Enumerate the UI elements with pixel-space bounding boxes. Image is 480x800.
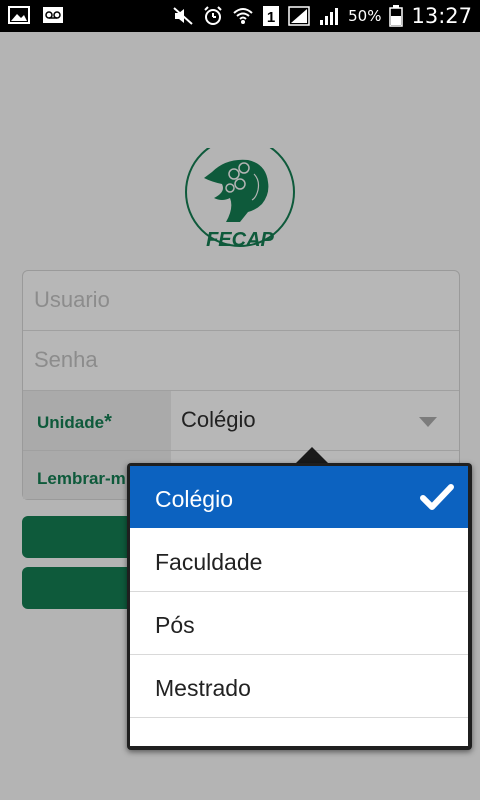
unidade-row: Unidade* Colégio <box>23 391 459 451</box>
dropdown-pointer <box>295 447 329 464</box>
dropdown-list: Colégio Faculdade Pós Mestrado <box>130 466 468 746</box>
status-right-icons: 1 50% 13:27 <box>172 0 472 32</box>
unidade-dropdown: Colégio Faculdade Pós Mestrado <box>127 463 472 750</box>
option-label: Mestrado <box>155 675 251 701</box>
sim-slot-number: 1 <box>267 9 275 26</box>
password-field[interactable]: Senha <box>23 331 459 391</box>
clock: 13:27 <box>411 4 472 28</box>
fecap-logo: FECAP <box>182 137 298 260</box>
wifi-icon <box>232 6 254 26</box>
status-bar: 1 50% 13:27 <box>0 0 480 32</box>
required-mark: * <box>104 411 112 433</box>
alarm-icon <box>202 6 224 26</box>
unidade-select-value[interactable]: Colégio <box>181 407 256 433</box>
unidade-label: Unidade* <box>37 411 112 433</box>
dropdown-option-colegio[interactable]: Colégio <box>130 466 468 528</box>
dropdown-option-mestrado[interactable]: Mestrado <box>130 655 468 718</box>
dropdown-option-faculdade[interactable]: Faculdade <box>130 529 468 592</box>
checkmark-icon <box>420 483 454 511</box>
battery-percent: 50% <box>348 7 382 25</box>
voicemail-icon <box>42 5 64 25</box>
lembrar-label: Lembrar-m <box>37 469 126 488</box>
status-left-icons <box>8 5 64 25</box>
option-label: Faculdade <box>155 549 263 575</box>
image-icon <box>8 5 30 25</box>
username-placeholder: Usuario <box>34 287 110 312</box>
mute-icon <box>172 6 194 26</box>
password-placeholder: Senha <box>34 347 98 372</box>
option-label: Colégio <box>155 486 233 512</box>
logo-wordmark: FECAP <box>206 229 274 251</box>
username-field[interactable]: Usuario <box>23 271 459 331</box>
battery-icon <box>389 5 404 27</box>
signal-strength-icon <box>318 6 340 26</box>
option-label: Pós <box>155 612 195 638</box>
sim-icon: 1 <box>262 6 280 26</box>
signal-icon <box>288 6 310 26</box>
dropdown-arrow-icon[interactable] <box>419 417 437 427</box>
dropdown-option-pos[interactable]: Pós <box>130 592 468 655</box>
unidade-label-cell: Unidade* <box>23 391 171 450</box>
